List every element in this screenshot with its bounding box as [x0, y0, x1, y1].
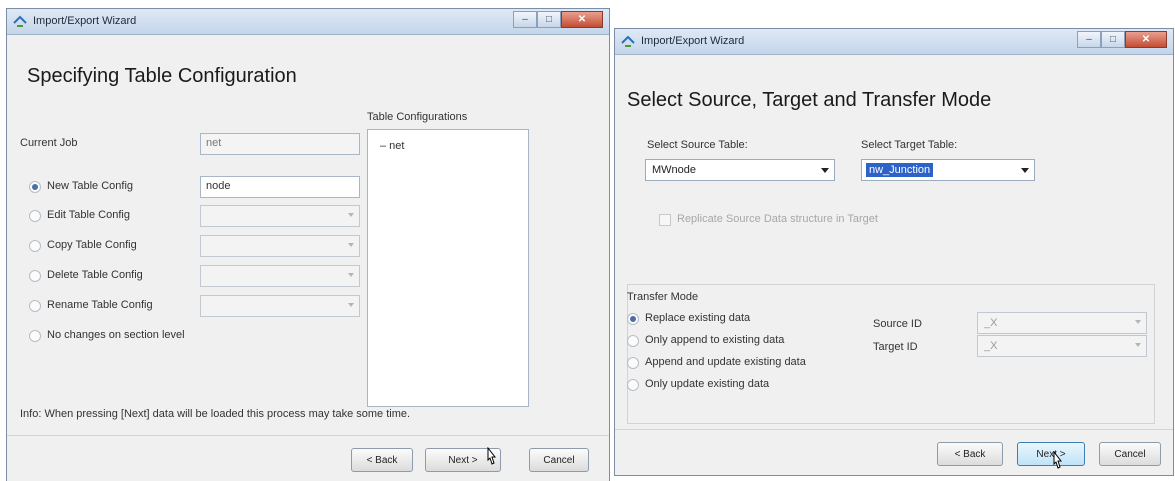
window-title: Import/Export Wizard: [641, 35, 745, 47]
only-update-radio[interactable]: [627, 379, 639, 391]
target-id-value: _X: [984, 340, 998, 352]
minimize-button[interactable]: –: [513, 11, 537, 28]
target-id-dropdown[interactable]: _X: [977, 335, 1147, 357]
edit-table-config-label: Edit Table Config: [47, 209, 130, 221]
rename-table-config-dropdown[interactable]: [200, 295, 360, 317]
chevron-down-icon: [348, 213, 354, 217]
copy-table-config-radio[interactable]: [29, 240, 41, 252]
only-append-radio[interactable]: [627, 335, 639, 347]
window-title: Import/Export Wizard: [33, 15, 137, 27]
replicate-structure-checkbox[interactable]: [659, 214, 671, 226]
wizard-app-icon: [13, 15, 27, 27]
minimize-button[interactable]: –: [1077, 31, 1101, 48]
back-button[interactable]: < Back: [937, 442, 1003, 466]
maximize-button[interactable]: □: [537, 11, 561, 28]
target-table-dropdown[interactable]: nw_Junction: [861, 159, 1035, 181]
button-bar: < Back Next > Cancel: [7, 435, 609, 481]
target-table-value: nw_Junction: [866, 163, 934, 177]
transfer-mode-label: Transfer Mode: [627, 291, 699, 303]
table-configurations-list[interactable]: – net: [367, 129, 529, 407]
source-id-dropdown[interactable]: _X: [977, 312, 1147, 334]
rename-table-config-label: Rename Table Config: [47, 299, 153, 311]
close-button[interactable]: ✕: [1125, 31, 1167, 48]
chevron-down-icon: [348, 273, 354, 277]
chevron-down-icon: [348, 243, 354, 247]
delete-table-config-radio[interactable]: [29, 270, 41, 282]
page-heading: Specifying Table Configuration: [27, 65, 297, 87]
current-job-label: Current Job: [20, 137, 78, 149]
import-export-wizard-window-right: Import/Export Wizard – □ ✕ Select Source…: [614, 28, 1174, 476]
maximize-button[interactable]: □: [1101, 31, 1125, 48]
rename-table-config-radio[interactable]: [29, 300, 41, 312]
source-table-dropdown[interactable]: MWnode: [645, 159, 835, 181]
delete-table-config-label: Delete Table Config: [47, 269, 143, 281]
table-configurations-label: Table Configurations: [367, 111, 468, 123]
page-heading: Select Source, Target and Transfer Mode: [627, 89, 992, 111]
replace-existing-label: Replace existing data: [645, 312, 751, 324]
source-table-label: Select Source Table:: [647, 139, 748, 151]
new-table-config-input[interactable]: node: [200, 176, 360, 198]
delete-table-config-dropdown[interactable]: [200, 265, 360, 287]
chevron-down-icon: [1021, 168, 1029, 173]
new-table-config-label: New Table Config: [47, 180, 134, 192]
source-id-value: _X: [984, 317, 998, 329]
title-bar[interactable]: Import/Export Wizard – □ ✕: [7, 9, 609, 35]
target-table-label: Select Target Table:: [861, 139, 958, 151]
mouse-pointer-icon: [487, 447, 497, 465]
source-table-value: MWnode: [652, 164, 697, 176]
current-job-field: net: [200, 133, 360, 155]
info-text: Info: When pressing [Next] data will be …: [20, 408, 411, 420]
only-update-label: Only update existing data: [645, 378, 770, 390]
chevron-down-icon: [821, 168, 829, 173]
tree-item-net[interactable]: – net: [380, 140, 404, 152]
no-changes-radio[interactable]: [29, 330, 41, 342]
back-button[interactable]: < Back: [351, 448, 413, 472]
edit-table-config-radio[interactable]: [29, 210, 41, 222]
button-bar: < Back Next > Cancel: [615, 429, 1173, 475]
import-export-wizard-window-left: Import/Export Wizard – □ ✕ Specifying Ta…: [6, 8, 610, 481]
chevron-down-icon: [348, 303, 354, 307]
mouse-pointer-icon: [1053, 451, 1063, 469]
close-button[interactable]: ✕: [561, 11, 603, 28]
cancel-button[interactable]: Cancel: [1099, 442, 1161, 466]
copy-table-config-label: Copy Table Config: [47, 239, 137, 251]
copy-table-config-dropdown[interactable]: [200, 235, 360, 257]
wizard-app-icon: [621, 35, 635, 47]
append-update-radio[interactable]: [627, 357, 639, 369]
replace-existing-radio[interactable]: [627, 313, 639, 325]
append-update-label: Append and update existing data: [645, 356, 806, 368]
new-table-config-radio[interactable]: [29, 181, 41, 193]
replicate-structure-label: Replicate Source Data structure in Targe…: [677, 213, 878, 225]
source-id-label: Source ID: [873, 318, 922, 330]
edit-table-config-dropdown[interactable]: [200, 205, 360, 227]
title-bar[interactable]: Import/Export Wizard – □ ✕: [615, 29, 1173, 55]
target-id-label: Target ID: [873, 341, 918, 353]
cancel-button[interactable]: Cancel: [529, 448, 589, 472]
only-append-label: Only append to existing data: [645, 334, 785, 346]
chevron-down-icon: [1135, 320, 1141, 324]
chevron-down-icon: [1135, 343, 1141, 347]
no-changes-label: No changes on section level: [47, 329, 185, 341]
